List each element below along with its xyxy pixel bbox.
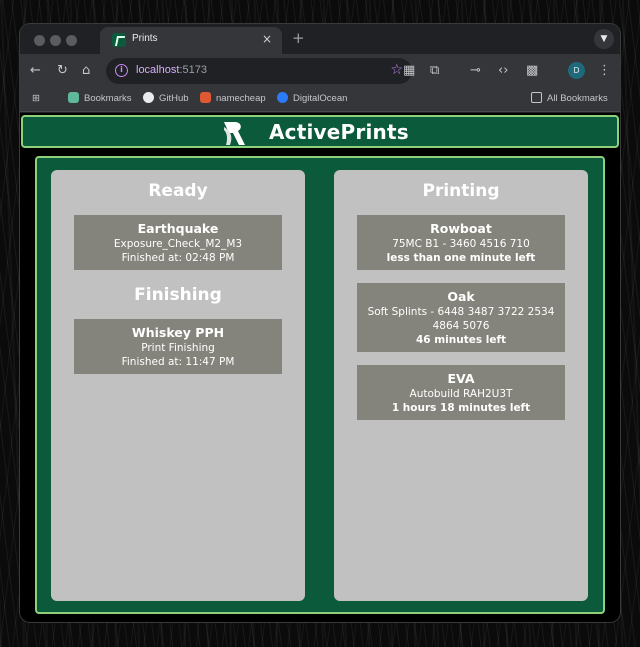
- print-card-oak: Oak Soft Splints - 6448 3487 3722 2534 4…: [357, 283, 565, 352]
- print-card-rowboat: Rowboat 75MC B1 - 3460 4516 710 less tha…: [357, 215, 565, 270]
- bookmarks-bar: ⊞ Bookmarks GitHub namecheap DigitalOcea…: [20, 88, 620, 112]
- apps-grid-icon[interactable]: ⊞: [32, 92, 40, 106]
- card-time-left: 46 minutes left: [415, 334, 507, 346]
- print-card-earthquake: Earthquake Exposure_Check_M2_M3 Finished…: [74, 215, 282, 270]
- tab-title: Prints: [132, 33, 158, 44]
- print-card-whiskey-pph: Whiskey PPH Print Finishing Finished at:…: [74, 319, 282, 374]
- reload-icon[interactable]: ↻: [57, 63, 68, 79]
- address-bar[interactable]: i localhost:5173 ☆: [106, 58, 412, 84]
- tab-search-chevron-icon[interactable]: ▼: [594, 29, 614, 49]
- app-title: ActivePrints: [269, 120, 409, 144]
- tab-strip: Prints × + ▼: [20, 24, 620, 54]
- namecheap-icon: [200, 92, 211, 103]
- tab-prints[interactable]: Prints ×: [100, 27, 282, 54]
- code-icon[interactable]: ‹›: [498, 63, 508, 79]
- app-header: ActivePrints: [21, 115, 619, 148]
- menu-kebab-icon[interactable]: ⋮: [598, 63, 611, 79]
- profile-avatar[interactable]: D: [568, 62, 585, 79]
- bookmark-item-digitalocean[interactable]: DigitalOcean: [277, 92, 347, 106]
- app-favicon-icon: [112, 33, 126, 47]
- window-minimize-dot[interactable]: [50, 35, 61, 46]
- card-detail: Exposure_Check_M2_M3: [113, 238, 243, 250]
- bookmark-star-icon[interactable]: ☆: [390, 62, 403, 78]
- window-close-dot[interactable]: [34, 35, 45, 46]
- card-status: Finished at: 11:47 PM: [121, 356, 235, 368]
- card-time-left: 1 hours 18 minutes left: [391, 402, 531, 414]
- ready-column: Ready Earthquake Exposure_Check_M2_M3 Fi…: [51, 170, 305, 601]
- folder-icon: [531, 92, 542, 103]
- all-bookmarks-button[interactable]: All Bookmarks: [531, 92, 608, 106]
- digitalocean-icon: [277, 92, 288, 103]
- github-icon: [143, 92, 154, 103]
- new-tab-button[interactable]: +: [292, 29, 305, 47]
- card-detail: 75MC B1 - 3460 4516 710: [392, 238, 530, 250]
- card-detail: Autobuild RAH2U3T: [409, 388, 513, 400]
- extension-icon[interactable]: ▦: [403, 63, 415, 79]
- card-name: Whiskey PPH: [131, 325, 225, 340]
- prints-board: Ready Earthquake Exposure_Check_M2_M3 Fi…: [35, 156, 605, 614]
- section-title-printing: Printing: [422, 181, 500, 201]
- home-icon[interactable]: ⌂: [82, 63, 90, 79]
- bookmark-item-namecheap[interactable]: namecheap: [200, 92, 266, 106]
- card-name: Oak: [447, 289, 475, 304]
- card-name: EVA: [447, 371, 475, 386]
- link-icon[interactable]: ⊸: [470, 63, 481, 79]
- section-title-ready: Ready: [148, 181, 208, 201]
- section-title-finishing: Finishing: [134, 285, 222, 305]
- card-name: Rowboat: [430, 221, 492, 236]
- puzzle-extensions-icon[interactable]: ⧉: [430, 63, 439, 79]
- card-time-left: less than one minute left: [386, 252, 536, 264]
- tab-close-icon[interactable]: ×: [262, 32, 272, 46]
- card-detail: Soft Splints - 6448 3487 3722 2534 4864 …: [367, 306, 555, 332]
- browser-toolbar: ← ↻ ⌂ i localhost:5173 ☆ ▦ ⧉ ⊸ ‹› ▩ D ⋮: [20, 54, 620, 88]
- browser-window: Prints × + ▼ ← ↻ ⌂ i localhost:5173 ☆ ▦ …: [20, 24, 620, 622]
- bookmark-item-bookmarks[interactable]: Bookmarks: [68, 92, 132, 106]
- qr-code-icon[interactable]: ▩: [526, 63, 538, 79]
- window-maximize-dot[interactable]: [66, 35, 77, 46]
- page-viewport: ActivePrints Ready Earthquake Exposure_C…: [20, 113, 620, 622]
- card-detail: Print Finishing: [141, 342, 215, 354]
- star-icon: [68, 92, 79, 103]
- print-card-eva: EVA Autobuild RAH2U3T 1 hours 18 minutes…: [357, 365, 565, 420]
- site-info-icon[interactable]: i: [115, 64, 128, 77]
- card-status: Finished at: 02:48 PM: [121, 252, 235, 264]
- activeprints-logo-icon: [224, 122, 245, 145]
- back-arrow-icon[interactable]: ←: [30, 63, 41, 79]
- card-name: Earthquake: [137, 221, 219, 236]
- url-text[interactable]: localhost:5173: [136, 64, 207, 76]
- printing-column: Printing Rowboat 75MC B1 - 3460 4516 710…: [334, 170, 588, 601]
- bookmark-item-github[interactable]: GitHub: [143, 92, 189, 106]
